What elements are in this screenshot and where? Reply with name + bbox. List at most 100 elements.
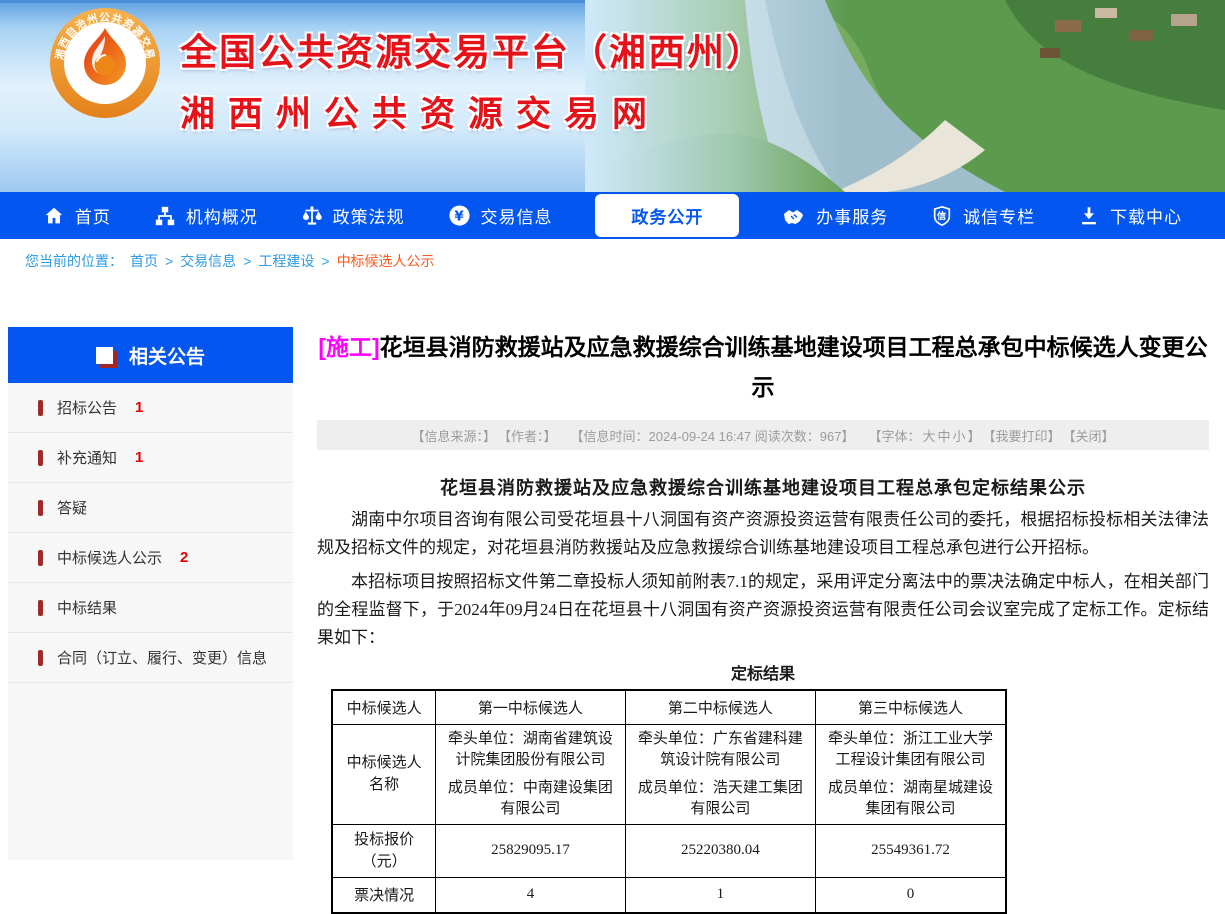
nav-item-gov-disclosure[interactable]: 政务公开 <box>595 194 739 237</box>
breadcrumb-link-construction[interactable]: 工程建设 <box>258 251 314 271</box>
sidebar-item-label: 中标候选人公示 <box>57 547 162 568</box>
meta-source: 【信息来源：】 <box>411 426 496 445</box>
nav-item-home[interactable]: 首页 <box>43 203 111 228</box>
nav-label: 政策法规 <box>333 203 405 228</box>
square-bullet-icon <box>96 347 113 364</box>
row-label-votes: 票决情况 <box>332 877 436 913</box>
paragraph-1: 湖南中尔项目咨询有限公司受花垣县十八洞国有资产资源投资运营有限责任公司的委托，根… <box>317 506 1209 562</box>
home-icon <box>43 205 65 227</box>
item-count-badge: 2 <box>180 549 188 566</box>
meta-font-prefix: 【字体： <box>868 426 920 445</box>
row-label-bid-price: 投标报价 （元） <box>332 824 436 877</box>
row-label-candidate-name: 中标候选人 名称 <box>332 724 436 824</box>
breadcrumb-separator: > <box>243 253 251 269</box>
breadcrumb-separator: > <box>165 253 173 269</box>
sidebar-item-label: 中标结果 <box>57 597 117 618</box>
page-content: 相关公告 招标公告 1 补充通知 1 答疑 中标候选人公示 2 中标结果 <box>8 327 1209 860</box>
table-row-votes: 票决情况 4 1 0 <box>332 877 1006 913</box>
table-header-row: 中标候选人 第一中标候选人 第二中标候选人 第三中标候选人 <box>332 690 1006 724</box>
sidebar-item-tender-announcement[interactable]: 招标公告 1 <box>8 383 293 433</box>
nav-label: 机构概况 <box>186 203 258 228</box>
sidebar-header-label: 相关公告 <box>129 342 205 369</box>
nav-item-download-center[interactable]: 下载中心 <box>1078 203 1182 228</box>
scales-icon <box>301 205 323 227</box>
site-banner: 湘西自治州公共资源交易中心 全国公共资源交易平台（湘西州） 湘西州公共资源交易网 <box>0 0 1225 192</box>
col-header-third-candidate: 第三中标候选人 <box>816 690 1006 724</box>
nav-item-services[interactable]: 办事服务 <box>782 203 888 228</box>
article-meta-bar: 【信息来源：】 【作者：】 【信息时间：2024-09-24 16:47 阅读次… <box>317 420 1209 450</box>
breadcrumb-prefix: 您当前的位置： <box>25 251 123 271</box>
col-header-second-candidate: 第二中标候选人 <box>625 690 815 724</box>
cell-second-candidate-name: 牵头单位：广东省建科建筑设计院有限公司 成员单位：浩天建工集团有限公司 <box>625 724 815 824</box>
breadcrumb-current: 中标候选人公示 <box>337 251 435 271</box>
item-count-badge: 1 <box>135 449 143 466</box>
nav-item-integrity[interactable]: 信 诚信专栏 <box>931 203 1035 228</box>
sidebar-item-label: 合同（订立、履行、变更）信息 <box>57 647 267 668</box>
font-size-small-button[interactable]: 小 <box>952 426 965 445</box>
nav-label: 首页 <box>75 203 111 228</box>
red-bar-icon <box>38 550 43 566</box>
yen-coin-icon: ¥ <box>448 204 471 227</box>
font-size-medium-button[interactable]: 中 <box>937 426 950 445</box>
sidebar-related-notices: 相关公告 招标公告 1 补充通知 1 答疑 中标候选人公示 2 中标结果 <box>8 327 293 860</box>
sidebar-item-contract-info[interactable]: 合同（订立、履行、变更）信息 <box>8 633 293 683</box>
paragraph-2: 本招标项目按照招标文件第二章投标人须知前附表7.1的规定，采用评定分离法中的票决… <box>317 568 1209 652</box>
meta-time-views: 【信息时间：2024-09-24 16:47 阅读次数：967】 <box>570 426 854 445</box>
site-titles: 全国公共资源交易平台（湘西州） 湘西州公共资源交易网 <box>180 22 765 137</box>
nav-label: 交易信息 <box>481 203 553 228</box>
sidebar-item-label: 答疑 <box>57 497 87 518</box>
integrity-shield-icon: 信 <box>931 205 953 227</box>
nav-label: 政务公开 <box>631 203 703 228</box>
site-title-line1: 全国公共资源交易平台（湘西州） <box>180 22 765 76</box>
sidebar-item-qa[interactable]: 答疑 <box>8 483 293 533</box>
main-article: [施工]花垣县消防救援站及应急救援综合训练基地建设项目工程总承包中标候选人变更公… <box>317 327 1209 914</box>
red-bar-icon <box>38 650 43 666</box>
cell-third-votes: 0 <box>816 877 1006 913</box>
sidebar-header: 相关公告 <box>8 327 293 383</box>
breadcrumb-link-home[interactable]: 首页 <box>130 251 158 271</box>
nav-label: 下载中心 <box>1110 203 1182 228</box>
print-button[interactable]: 【我要打印】 <box>983 426 1061 445</box>
nav-label: 办事服务 <box>816 203 888 228</box>
font-size-large-button[interactable]: 大 <box>922 426 935 445</box>
sidebar-item-label: 招标公告 <box>57 397 117 418</box>
result-table: 中标候选人 第一中标候选人 第二中标候选人 第三中标候选人 中标候选人 名称 牵… <box>331 689 1007 914</box>
breadcrumb-link-trade-info[interactable]: 交易信息 <box>180 251 236 271</box>
download-icon <box>1078 205 1100 227</box>
nav-label: 诚信专栏 <box>963 203 1035 228</box>
cell-first-bid-price: 25829095.17 <box>436 824 625 877</box>
red-bar-icon <box>38 400 43 416</box>
col-header-candidate: 中标候选人 <box>332 690 436 724</box>
meta-font-suffix: 】 <box>968 426 981 445</box>
col-header-first-candidate: 第一中标候选人 <box>436 690 625 724</box>
sidebar-item-supplementary-notice[interactable]: 补充通知 1 <box>8 433 293 483</box>
nav-item-trade-info[interactable]: ¥ 交易信息 <box>448 203 553 228</box>
cell-first-candidate-name: 牵头单位：湖南省建筑设计院集团股份有限公司 成员单位：中南建设集团有限公司 <box>436 724 625 824</box>
nav-item-policies[interactable]: 政策法规 <box>301 203 405 228</box>
handshake-icon <box>782 204 806 228</box>
sidebar-item-winning-result[interactable]: 中标结果 <box>8 583 293 633</box>
sidebar-item-label: 补充通知 <box>57 447 117 468</box>
category-tag: [施工] <box>318 334 379 360</box>
red-bar-icon <box>38 500 43 516</box>
site-title-line2: 湘西州公共资源交易网 <box>180 86 765 137</box>
page-title-text: 花垣县消防救援站及应急救援综合训练基地建设项目工程总承包中标候选人变更公示 <box>380 334 1208 400</box>
table-row-candidate-names: 中标候选人 名称 牵头单位：湖南省建筑设计院集团股份有限公司 成员单位：中南建设… <box>332 724 1006 824</box>
article-body: 花垣县消防救援站及应急救援综合训练基地建设项目工程总承包定标结果公示 湖南中尔项… <box>317 474 1209 914</box>
cell-second-votes: 1 <box>625 877 815 913</box>
cell-third-bid-price: 25549361.72 <box>816 824 1006 877</box>
red-bar-icon <box>38 600 43 616</box>
cell-third-candidate-name: 牵头单位：浙江工业大学工程设计集团有限公司 成员单位：湖南星城建设集团有限公司 <box>816 724 1006 824</box>
page-title: [施工]花垣县消防救援站及应急救援综合训练基地建设项目工程总承包中标候选人变更公… <box>317 327 1209 407</box>
table-caption: 定标结果 <box>317 660 1209 684</box>
sidebar-item-winning-candidates[interactable]: 中标候选人公示 2 <box>8 533 293 583</box>
table-row-bid-price: 投标报价 （元） 25829095.17 25220380.04 2554936… <box>332 824 1006 877</box>
svg-text:信: 信 <box>937 210 947 221</box>
nav-item-org-overview[interactable]: 机构概况 <box>154 203 258 228</box>
orgchart-icon <box>154 205 176 227</box>
result-heading: 花垣县消防救援站及应急救援综合训练基地建设项目工程总承包定标结果公示 <box>317 474 1209 500</box>
cell-second-bid-price: 25220380.04 <box>625 824 815 877</box>
meta-author: 【作者：】 <box>498 426 557 445</box>
close-button[interactable]: 【关闭】 <box>1063 426 1115 445</box>
svg-text:¥: ¥ <box>454 209 464 224</box>
